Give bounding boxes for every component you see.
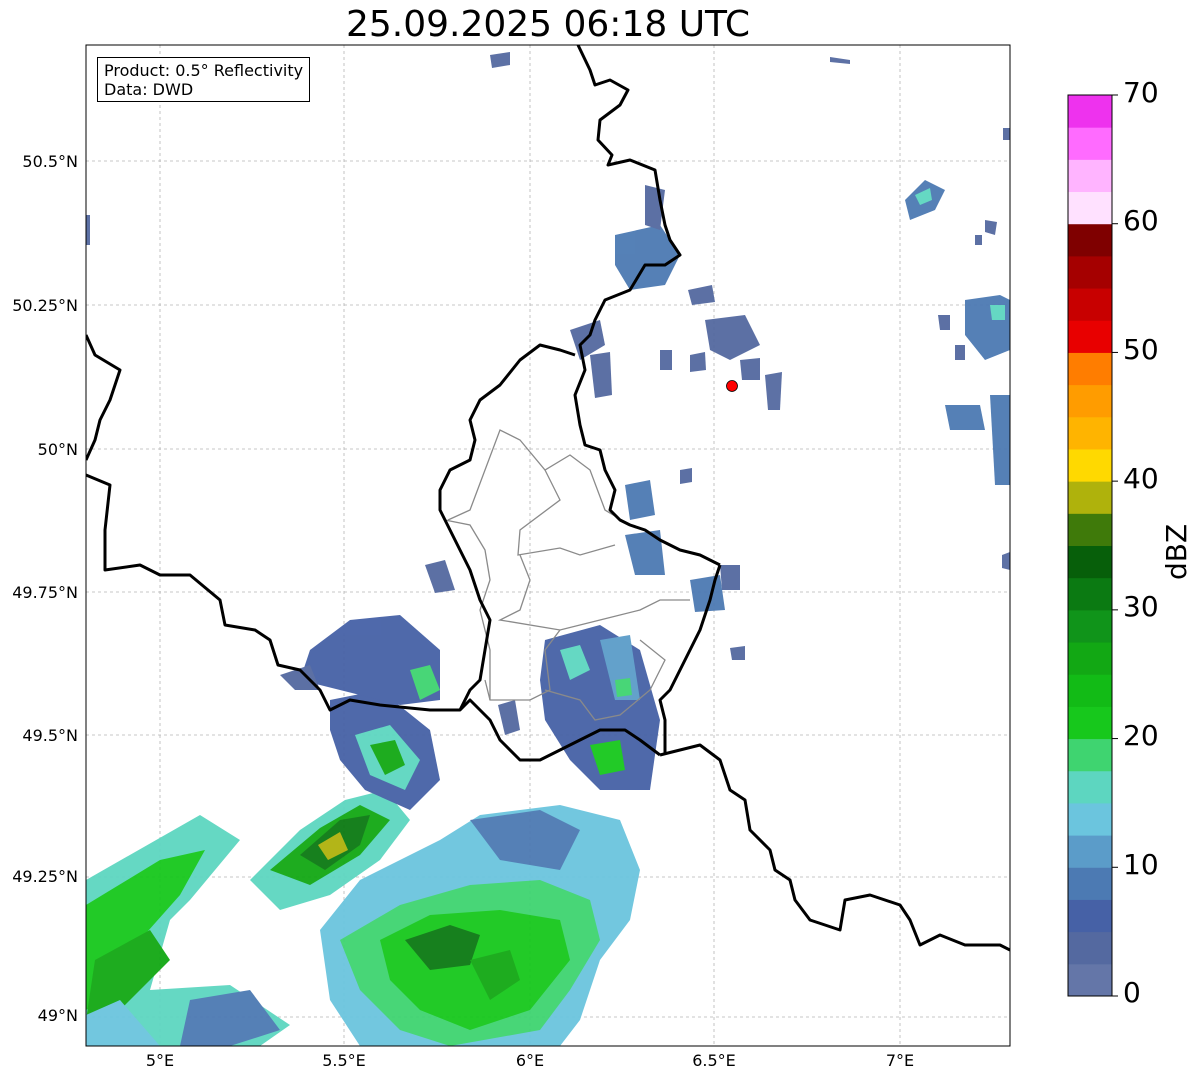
lat-tick-label: 49.75°N	[12, 583, 78, 602]
colorbar-tick-label: 30	[1123, 590, 1159, 623]
radar-map-figure	[85, 44, 1118, 1047]
colorbar-segment	[1068, 577, 1112, 611]
colorbar-segment	[1068, 416, 1112, 450]
colorbar-segment	[1068, 770, 1112, 804]
colorbar-segment	[1068, 706, 1112, 740]
colorbar-segment	[1068, 738, 1112, 772]
colorbar-segment	[1068, 802, 1112, 836]
lat-tick-label: 50.25°N	[12, 296, 78, 315]
colorbar-segment	[1068, 384, 1112, 418]
colorbar-segment	[1068, 191, 1112, 225]
colorbar-unit-label: dBZ	[1160, 523, 1193, 580]
colorbar-segment	[1068, 545, 1112, 579]
colorbar-tick-label: 50	[1123, 333, 1159, 366]
colorbar-tick-label: 0	[1123, 976, 1141, 1009]
lat-tick-label: 49°N	[37, 1006, 78, 1025]
colorbar-segment	[1068, 481, 1112, 514]
map-area	[86, 45, 1010, 1046]
colorbar-segment	[1068, 642, 1112, 675]
lon-tick-label: 7°E	[885, 1051, 915, 1070]
colorbar-tick-label: 70	[1123, 76, 1159, 109]
radar-site-marker	[726, 380, 738, 392]
lon-tick-label: 6.5°E	[692, 1051, 736, 1070]
colorbar-segment	[1068, 352, 1112, 386]
lat-tick-label: 49.25°N	[12, 867, 78, 886]
colorbar-segment	[1068, 899, 1112, 933]
colorbar-segment	[1068, 835, 1112, 868]
colorbar-segment	[1068, 867, 1112, 900]
lon-tick-label: 6°E	[515, 1051, 545, 1070]
colorbar-segment	[1068, 931, 1112, 965]
data-source-label: Data: DWD	[104, 80, 194, 99]
colorbar-segment	[1068, 223, 1112, 257]
colorbar-segment	[1068, 255, 1112, 289]
colorbar-segment	[1068, 448, 1112, 482]
colorbar-tick-label: 10	[1123, 848, 1159, 881]
lat-tick-label: 50°N	[37, 440, 78, 459]
lat-tick-label: 50.5°N	[22, 152, 78, 171]
colorbar-segment	[1068, 159, 1112, 193]
colorbar-tick-label: 60	[1123, 204, 1159, 237]
colorbar-tick-label: 40	[1123, 462, 1159, 495]
lon-tick-label: 5°E	[145, 1051, 175, 1070]
lat-tick-label: 49.5°N	[22, 726, 78, 745]
colorbar-segment	[1068, 513, 1112, 546]
colorbar-segment	[1068, 609, 1112, 643]
product-label: Product: 0.5° Reflectivity	[104, 61, 304, 80]
lon-tick-label: 5.5°E	[322, 1051, 366, 1070]
colorbar-segment	[1068, 320, 1112, 353]
colorbar-segment	[1068, 288, 1112, 321]
colorbar-segment	[1068, 674, 1112, 707]
colorbar-segment	[1068, 963, 1112, 997]
colorbar-segment	[1068, 95, 1112, 128]
colorbar	[1068, 94, 1118, 997]
colorbar-segment	[1068, 127, 1112, 160]
colorbar-tick-label: 20	[1123, 719, 1159, 752]
product-info-box: Product: 0.5° Reflectivity Data: DWD	[97, 57, 311, 102]
